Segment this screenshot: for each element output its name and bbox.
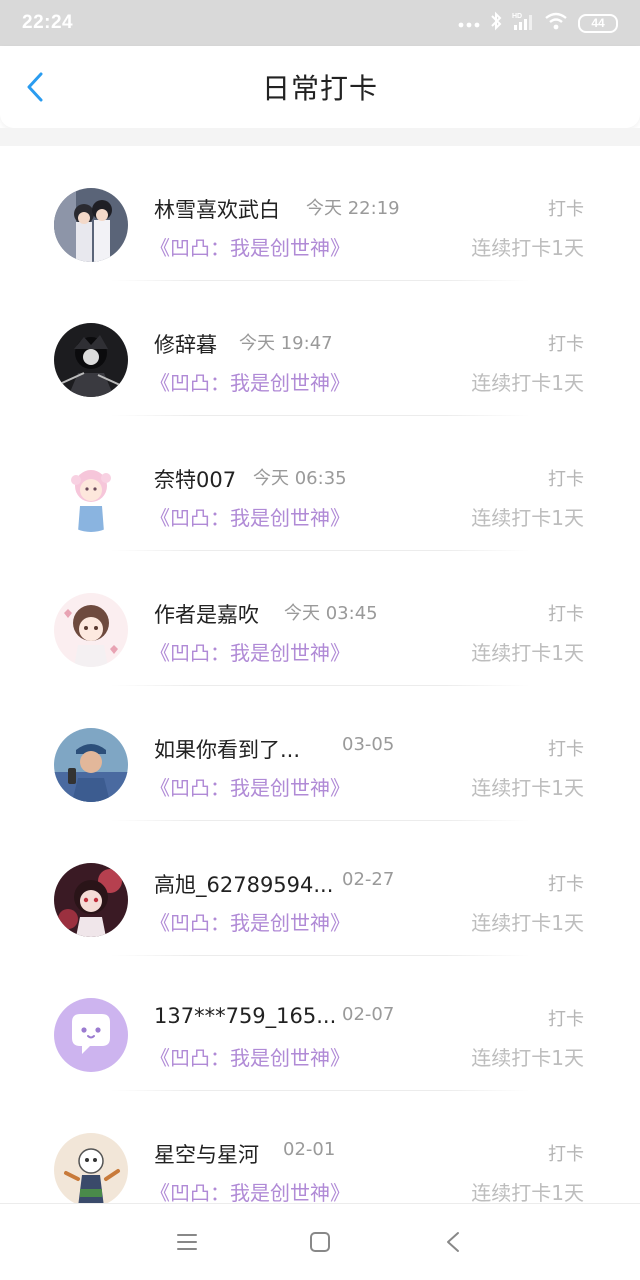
user-name[interactable]: 林雪喜欢武白 (154, 194, 280, 224)
avatar[interactable] (54, 728, 128, 802)
streak-text: 连续打卡1天 (471, 506, 584, 530)
more-dots-icon (458, 14, 480, 33)
page-title: 日常打卡 (261, 72, 378, 105)
checkin-tag: 打卡 (548, 604, 584, 625)
bluetooth-icon (490, 11, 502, 35)
avatar[interactable] (54, 593, 128, 667)
header: 日常打卡 (0, 46, 640, 128)
checkin-tag: 打卡 (548, 199, 584, 220)
home-square-icon (309, 1232, 330, 1252)
streak-text: 连续打卡1天 (471, 1181, 584, 1205)
section-gap (0, 128, 640, 146)
menu-icon (176, 1234, 197, 1250)
hd-signal-icon: HD (512, 11, 534, 35)
checkin-row[interactable]: 奈特007 今天 06:35 打卡 《凹凸：我是创世神》 连续打卡1天 (0, 416, 640, 551)
avatar[interactable] (54, 323, 128, 397)
checkin-tag: 打卡 (548, 1144, 584, 1165)
book-title-link[interactable]: 《凹凸：我是创世神》 (150, 367, 350, 396)
checkin-tag: 打卡 (548, 469, 584, 490)
checkin-list: 林雪喜欢武白 今天 22:19 打卡 《凹凸：我是创世神》 连续打卡1天 修辞暮… (0, 146, 640, 1226)
back-triangle-icon (447, 1232, 460, 1252)
avatar[interactable] (54, 188, 128, 262)
checkin-tag: 打卡 (548, 1009, 584, 1030)
avatar[interactable] (54, 1133, 128, 1207)
book-title-link[interactable]: 《凹凸：我是创世神》 (150, 637, 350, 666)
status-icons: HD 44 (458, 11, 618, 35)
checkin-row[interactable]: 如果你看到了... 03-05 打卡 《凹凸：我是创世神》 连续打卡1天 (0, 686, 640, 821)
user-name[interactable]: 奈特007 (154, 464, 236, 494)
checkin-tag: 打卡 (548, 739, 584, 760)
book-title-link[interactable]: 《凹凸：我是创世神》 (150, 232, 350, 261)
book-title-link[interactable]: 《凹凸：我是创世神》 (150, 772, 350, 801)
streak-text: 连续打卡1天 (471, 641, 584, 665)
user-name[interactable]: 137***759_165... (154, 1004, 336, 1028)
user-name[interactable]: 高旭_62789594... (154, 869, 333, 899)
checkin-time: 02-27 (342, 869, 395, 890)
back-button[interactable] (20, 70, 50, 104)
system-nav-bar (0, 1203, 640, 1280)
status-bar: 22:24 HD 44 (0, 0, 640, 46)
chevron-left-icon (27, 72, 43, 102)
checkin-row[interactable]: 林雪喜欢武白 今天 22:19 打卡 《凹凸：我是创世神》 连续打卡1天 (0, 146, 640, 281)
battery-icon: 44 (578, 13, 618, 33)
book-title-link[interactable]: 《凹凸：我是创世神》 (150, 502, 350, 531)
streak-text: 连续打卡1天 (471, 1046, 584, 1070)
avatar[interactable] (54, 458, 128, 532)
svg-text:HD: HD (512, 13, 522, 20)
checkin-tag: 打卡 (548, 334, 584, 355)
avatar[interactable] (54, 863, 128, 937)
user-name[interactable]: 作者是嘉吹 (154, 599, 259, 629)
checkin-row[interactable]: 高旭_62789594... 02-27 打卡 《凹凸：我是创世神》 连续打卡1… (0, 821, 640, 956)
streak-text: 连续打卡1天 (471, 371, 584, 395)
menu-button[interactable] (167, 1222, 207, 1262)
user-name[interactable]: 星空与星河 (154, 1139, 259, 1169)
avatar[interactable] (54, 998, 128, 1072)
checkin-time: 02-01 (283, 1139, 336, 1160)
book-title-link[interactable]: 《凹凸：我是创世神》 (150, 1042, 350, 1071)
checkin-time: 今天 06:35 (253, 468, 347, 489)
checkin-time: 今天 19:47 (239, 333, 333, 354)
checkin-tag: 打卡 (548, 874, 584, 895)
user-name[interactable]: 修辞暮 (154, 329, 217, 359)
checkin-row[interactable]: 137***759_165... 02-07 打卡 《凹凸：我是创世神》 连续打… (0, 956, 640, 1091)
checkin-time: 今天 03:45 (284, 603, 378, 624)
home-button[interactable] (300, 1222, 340, 1262)
streak-text: 连续打卡1天 (471, 776, 584, 800)
checkin-row[interactable]: 修辞暮 今天 19:47 打卡 《凹凸：我是创世神》 连续打卡1天 (0, 281, 640, 416)
user-name[interactable]: 如果你看到了... (154, 734, 300, 764)
checkin-time: 02-07 (342, 1004, 395, 1025)
checkin-time: 今天 22:19 (306, 198, 400, 219)
book-title-link[interactable]: 《凹凸：我是创世神》 (150, 1177, 350, 1206)
streak-text: 连续打卡1天 (471, 911, 584, 935)
back-nav-button[interactable] (433, 1222, 473, 1262)
book-title-link[interactable]: 《凹凸：我是创世神》 (150, 907, 350, 936)
status-time: 22:24 (22, 12, 74, 33)
wifi-icon (544, 12, 568, 34)
checkin-row[interactable]: 作者是嘉吹 今天 03:45 打卡 《凹凸：我是创世神》 连续打卡1天 (0, 551, 640, 686)
checkin-time: 03-05 (342, 734, 395, 755)
streak-text: 连续打卡1天 (471, 236, 584, 260)
